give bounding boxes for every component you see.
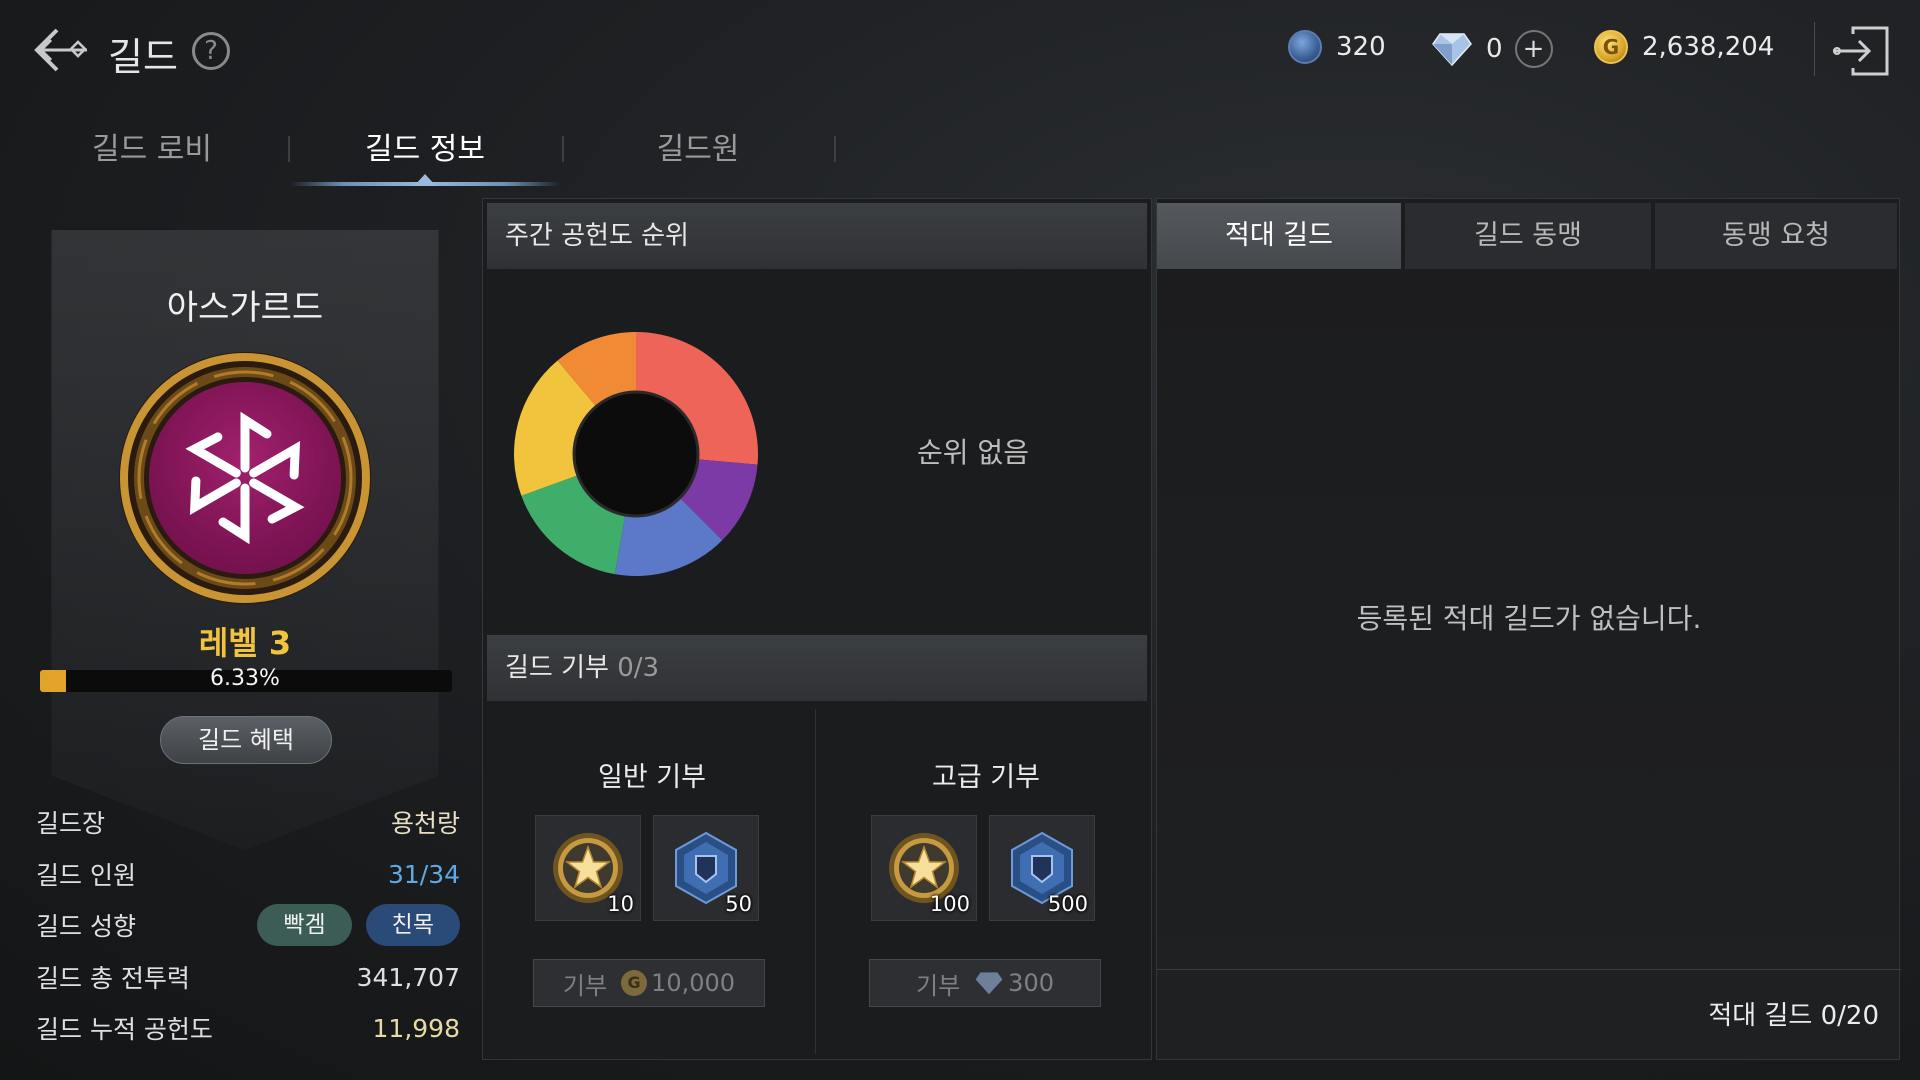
tab-hostile-guilds[interactable]: 적대 길드	[1157, 203, 1401, 269]
donut-hole	[572, 390, 700, 518]
gold-currency: G 2,638,204	[1594, 30, 1774, 64]
exit-button[interactable]	[1828, 22, 1894, 80]
tab-guild-info[interactable]: 길드 정보	[330, 124, 520, 168]
guild-info-panel: 주간 공헌도 순위 순위 없음 길드 기부 0/3 일반 기부 10 50 기부…	[482, 198, 1152, 1060]
guild-level: 레벨 3	[198, 624, 292, 662]
diamond-icon	[1432, 33, 1472, 66]
reward-slot[interactable]: 100	[871, 815, 977, 921]
guild-coin-value: 320	[1336, 32, 1386, 62]
guild-emblem-icon	[119, 352, 371, 604]
tab-guild-lobby[interactable]: 길드 로비	[60, 124, 244, 168]
slot-quantity: 100	[929, 892, 970, 916]
guild-member-count: 31/34	[387, 859, 460, 889]
donate-label: 기부	[562, 971, 608, 1000]
exit-icon	[1833, 26, 1889, 76]
tab-guild-alliance[interactable]: 길드 동맹	[1405, 203, 1651, 269]
back-arrow-icon	[34, 28, 87, 72]
normal-donation: 일반 기부	[487, 755, 817, 794]
reward-slot[interactable]: 50	[653, 815, 759, 921]
guild-total-contribution: 11,998	[372, 1013, 460, 1043]
add-diamond-button[interactable]: +	[1514, 30, 1553, 68]
slot-quantity: 50	[725, 892, 752, 916]
no-hostile-guilds-text: 등록된 적대 길드가 없습니다.	[1356, 602, 1702, 635]
page-title: 길드	[108, 35, 178, 79]
guild-coin-icon	[1288, 30, 1322, 64]
normal-donation-title: 일반 기부	[598, 762, 706, 793]
back-button[interactable]	[28, 22, 94, 78]
tab-guild-members[interactable]: 길드원	[610, 124, 786, 168]
tendency-tag: 빡겜	[257, 904, 352, 946]
guild-leader-row: 길드장 용천랑	[36, 802, 460, 842]
divider	[1814, 22, 1815, 76]
normal-donate-button[interactable]: 기부 G 10,000	[533, 959, 765, 1007]
guild-contribution-row: 길드 누적 공헌도 11,998	[36, 1008, 460, 1048]
gold-coin-icon: G	[1594, 30, 1628, 64]
guild-power-row: 길드 총 전투력 341,707	[36, 957, 460, 997]
guild-leader-name: 용천랑	[390, 809, 460, 838]
info-label: 길드 총 전투력	[36, 964, 190, 993]
guild-benefits-button[interactable]: 길드 혜택	[160, 716, 332, 764]
hostile-guild-count: 적대 길드 0/20	[1708, 1001, 1879, 1031]
tab-alliance-requests[interactable]: 동맹 요청	[1655, 203, 1897, 269]
guild-members-row: 길드 인원 31/34	[36, 854, 460, 894]
tab-separator	[288, 136, 290, 162]
donation-count: 0/3	[617, 653, 660, 683]
donate-label: 기부	[916, 971, 961, 1000]
donation-title: 길드 기부	[505, 653, 609, 683]
gold-coin-icon: G	[621, 970, 648, 996]
donate-cost: 10,000	[651, 969, 736, 997]
reward-slot[interactable]: 500	[989, 815, 1095, 921]
info-label: 길드 누적 공헌도	[36, 1015, 213, 1044]
diamond-icon	[975, 972, 1003, 995]
donation-header: 길드 기부 0/3	[487, 635, 1147, 701]
info-label: 길드장	[36, 809, 106, 838]
divider	[1157, 969, 1901, 970]
slot-quantity: 10	[607, 892, 634, 916]
guild-xp-percent: 6.33%	[210, 666, 280, 691]
guild-profile-panel: 아스가르드 레벨 3 6.33% 길드 혜택 길드장 용천랑 길드 인원 31/…	[30, 210, 460, 1050]
tab-ornament-icon	[414, 174, 436, 186]
tendency-tags: 빡겜 친목	[251, 904, 460, 946]
weekly-rank-header: 주간 공헌도 순위	[487, 203, 1147, 269]
guild-tendency-row: 길드 성향 빡겜 친목	[36, 904, 460, 946]
reward-slot[interactable]: 10	[535, 815, 641, 921]
guild-coin-currency: 320	[1288, 30, 1386, 64]
premium-donation-title: 고급 기부	[932, 762, 1040, 793]
gold-value: 2,638,204	[1642, 32, 1775, 62]
guild-total-power: 341,707	[356, 962, 460, 992]
donate-cost: 300	[1008, 969, 1054, 997]
tab-separator	[834, 136, 836, 162]
help-button[interactable]: ?	[192, 32, 230, 70]
tab-separator	[562, 136, 564, 162]
guild-name: 아스가르드	[166, 288, 324, 328]
guild-relations-panel: 적대 길드 길드 동맹 동맹 요청 등록된 적대 길드가 없습니다. 적대 길드…	[1156, 198, 1901, 1060]
top-bar: 길드 ? 320 0 + G 2,638,204	[0, 0, 1920, 100]
no-rank-text: 순위 없음	[917, 436, 1029, 469]
premium-donation: 고급 기부	[821, 755, 1151, 794]
question-icon: ?	[204, 36, 218, 66]
info-label: 길드 성향	[36, 912, 136, 941]
info-label: 길드 인원	[36, 861, 136, 890]
tendency-tag: 친목	[365, 904, 460, 946]
weekly-rank-donut-icon	[514, 332, 758, 576]
diamond-currency: 0 +	[1432, 30, 1553, 68]
slot-quantity: 500	[1047, 892, 1088, 916]
diamond-value: 0	[1486, 34, 1503, 64]
premium-donate-button[interactable]: 기부 300	[869, 959, 1101, 1007]
